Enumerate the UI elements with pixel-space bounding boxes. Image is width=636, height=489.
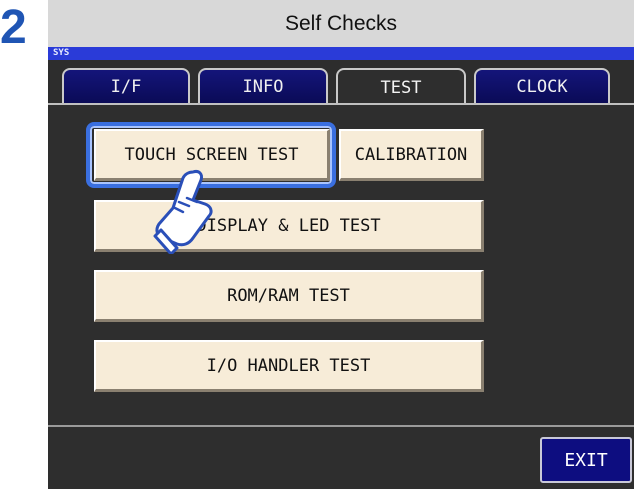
io-handler-test-button[interactable]: I/O HANDLER TEST [94, 340, 484, 392]
tab-info[interactable]: INFO [198, 68, 328, 104]
self-checks-screen: Self Checks SYS I/F INFO TEST CLOCK TOUC… [48, 0, 634, 489]
tab-strip: I/F INFO TEST CLOCK [48, 60, 634, 106]
sys-label: SYS [48, 47, 634, 60]
tab-clock[interactable]: CLOCK [474, 68, 610, 104]
test-panel: TOUCH SCREEN TEST CALIBRATION DISPLAY & … [48, 103, 634, 489]
step-number: 2 [0, 1, 27, 54]
tab-test[interactable]: TEST [336, 68, 466, 106]
divider [48, 425, 634, 427]
page-title: Self Checks [48, 0, 634, 47]
exit-button[interactable]: EXIT [540, 437, 632, 483]
rom-ram-test-button[interactable]: ROM/RAM TEST [94, 270, 484, 322]
tab-if[interactable]: I/F [62, 68, 190, 104]
pointing-hand-icon [153, 170, 213, 254]
calibration-button[interactable]: CALIBRATION [339, 129, 484, 181]
